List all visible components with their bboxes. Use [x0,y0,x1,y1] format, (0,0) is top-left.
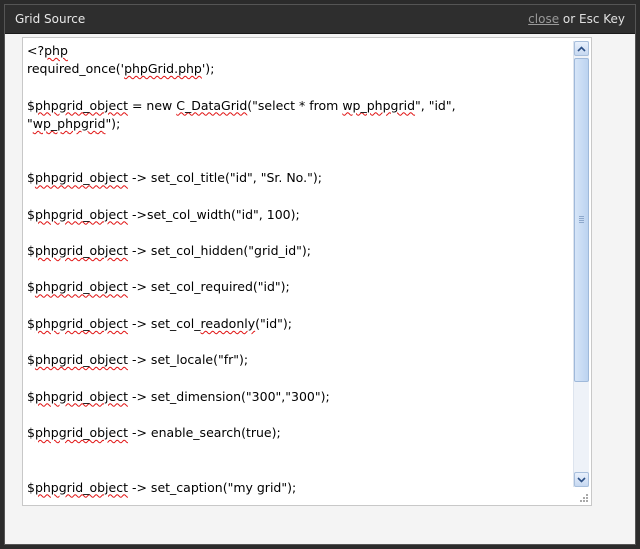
code-text: -> set_caption("my grid"); [128,479,297,495]
code-line: $phpgrid_object -> set_caption("my grid"… [27,479,571,497]
code-line: $phpgrid_object -> set_locale("fr"); [27,351,571,369]
source-code-textarea[interactable]: <?phprequired_once('phpGrid.php');​$phpg… [22,37,592,506]
code-text: ->set_col_width("id", 100); [128,206,300,222]
code-line: $phpgrid_object = new C_DataGrid("select… [27,97,571,115]
code-line: ​ [27,188,571,206]
code-text: $ [27,352,35,368]
code-text: $ [27,279,35,295]
code-text: ", "id", [415,97,456,113]
code-text: "); [105,115,121,131]
code-text: '); [201,61,215,77]
misspelled-word: phpgrid_object [34,170,128,186]
code-text: -> set_col_hidden("grid_id"); [128,243,312,259]
misspelled-word: phpgrid_object [34,279,128,295]
misspelled-word: phpgrid_object [34,424,128,440]
code-line: ​ [27,406,571,424]
close-hint: or Esc Key [559,12,625,26]
code-text: -> set_col_title("id", "Sr. No."); [128,170,322,186]
misspelled-word: readonly [200,315,256,331]
code-line: ​ [27,260,571,278]
code-text: $ [27,243,35,259]
misspelled-word: wp_phpgrid [32,115,106,131]
misspelled-word: phpgrid_object [34,206,128,222]
code-line: ​ [27,333,571,351]
code-line: "wp_phpgrid"); [27,115,571,133]
grid-source-dialog: Grid Source close or Esc Key <?php requir… [4,4,636,545]
code-text: $ [27,479,35,495]
code-text: -> enable_search(true); [128,424,281,440]
code-line: ​ [27,369,571,387]
code-text: $ [27,206,35,222]
code-text: $ [27,170,35,186]
misspelled-word: phpgrid_object [34,352,128,368]
misspelled-word: phpGrid.php [124,61,202,77]
code-text: $ [27,97,35,113]
vertical-scrollbar[interactable] [573,41,589,487]
misspelled-word: phpgrid_object [34,479,128,495]
code-text: -> set_dimension("300","300"); [128,388,330,404]
misspelled-word: phpgrid_object [34,388,128,404]
code-line: ​ [27,224,571,242]
source-code-content[interactable]: <?phprequired_once('phpGrid.php');​$phpg… [27,42,571,497]
code-text: $ [27,424,35,440]
misspelled-word: php [44,43,68,58]
misspelled-word: phpgrid_object [34,243,128,259]
misspelled-word: wp_phpgrid [342,97,416,113]
scrollbar-thumb[interactable] [574,58,589,382]
code-line: ​ [27,133,571,151]
code-line: <?php [27,42,571,60]
close-area: close or Esc Key [528,12,625,26]
code-line: required_once('phpGrid.php'); [27,60,571,78]
misspelled-word: phpgrid_object [34,97,128,113]
code-text: -> set_col_ [128,315,201,331]
code-text: $ [27,388,35,404]
code-line: $phpgrid_object -> set_col_title("id", "… [27,169,571,187]
code-line: $phpgrid_object -> set_dimension("300","… [27,388,571,406]
code-line: $phpgrid_object -> set_col_hidden("grid_… [27,242,571,260]
code-text: <? [27,43,45,58]
code-text: = new [128,97,177,113]
code-line: ​ [27,151,571,169]
code-line: $phpgrid_object -> set_col_readonly("id"… [27,315,571,333]
code-text: ("id"); [255,315,292,331]
resize-grip-icon[interactable] [577,491,589,503]
scroll-down-arrow-icon[interactable] [574,472,589,487]
code-text: -> set_col_required("id"); [128,279,290,295]
scroll-up-arrow-icon[interactable] [574,41,589,56]
code-text: required_once(' [27,61,125,77]
code-line: ​ [27,297,571,315]
misspelled-word: C_DataGrid [176,97,248,113]
code-line: ​ [27,460,571,478]
misspelled-word: phpgrid_object [34,315,128,331]
code-line: ​ [27,78,571,96]
code-line: $phpgrid_object -> enable_search(true); [27,424,571,442]
scroll-thumb-grip-icon [579,216,584,224]
code-line: $phpgrid_object -> set_col_required("id"… [27,278,571,296]
code-text: -> set_locale("fr"); [128,352,249,368]
code-line: $phpgrid_object ->set_col_width("id", 10… [27,206,571,224]
code-line: ​ [27,442,571,460]
code-text: $ [27,315,35,331]
code-text: ("select * from [247,97,343,113]
close-link[interactable]: close [528,12,559,26]
dialog-title: Grid Source [15,12,86,26]
dialog-titlebar: Grid Source close or Esc Key [5,5,635,34]
